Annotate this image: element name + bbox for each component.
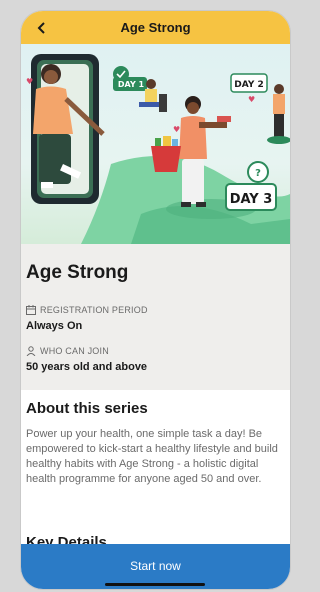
series-info: Age Strong REGISTRATION PERIOD Always On… <box>21 244 290 390</box>
svg-text:♥: ♥ <box>248 95 255 104</box>
home-indicator <box>105 583 205 586</box>
phone-screen: Age Strong DAY 1 DAY 2 ? DAY 3 ♥ ♥ ♥ Age… <box>21 11 290 589</box>
svg-text:DAY 2: DAY 2 <box>234 80 264 90</box>
svg-text:♥: ♥ <box>26 77 33 86</box>
start-now-button[interactable]: Start now <box>124 558 187 574</box>
about-heading: About this series <box>26 400 148 417</box>
about-description: Power up your health, one simple task a … <box>26 428 278 485</box>
who-can-join-label: WHO CAN JOIN <box>26 346 109 356</box>
svg-text:♥: ♥ <box>173 125 180 134</box>
person-icon <box>26 346 36 356</box>
chevron-left-icon <box>37 22 45 34</box>
registration-label: REGISTRATION PERIOD <box>26 305 148 315</box>
svg-text:DAY 1: DAY 1 <box>118 80 145 89</box>
svg-text:DAY 3: DAY 3 <box>230 192 273 207</box>
back-button[interactable] <box>31 17 53 39</box>
hero-illustration: DAY 1 DAY 2 ? DAY 3 ♥ ♥ ♥ <box>26 54 290 244</box>
registration-value: Always On <box>26 320 83 332</box>
hero-image: DAY 1 DAY 2 ? DAY 3 ♥ ♥ ♥ <box>21 44 290 244</box>
day-1-badge: DAY 1 <box>113 66 147 91</box>
about-section: About this series Power up your health, … <box>21 390 290 551</box>
day-2-badge: DAY 2 <box>230 73 268 93</box>
series-title: Age Strong <box>26 262 129 283</box>
who-can-join-value: 50 years old and above <box>26 361 148 373</box>
svg-text:?: ? <box>255 168 261 179</box>
calendar-icon <box>26 305 36 315</box>
page-title: Age Strong <box>120 20 191 35</box>
day-3-badge: ? DAY 3 <box>225 161 277 211</box>
top-bar: Age Strong <box>21 11 290 44</box>
